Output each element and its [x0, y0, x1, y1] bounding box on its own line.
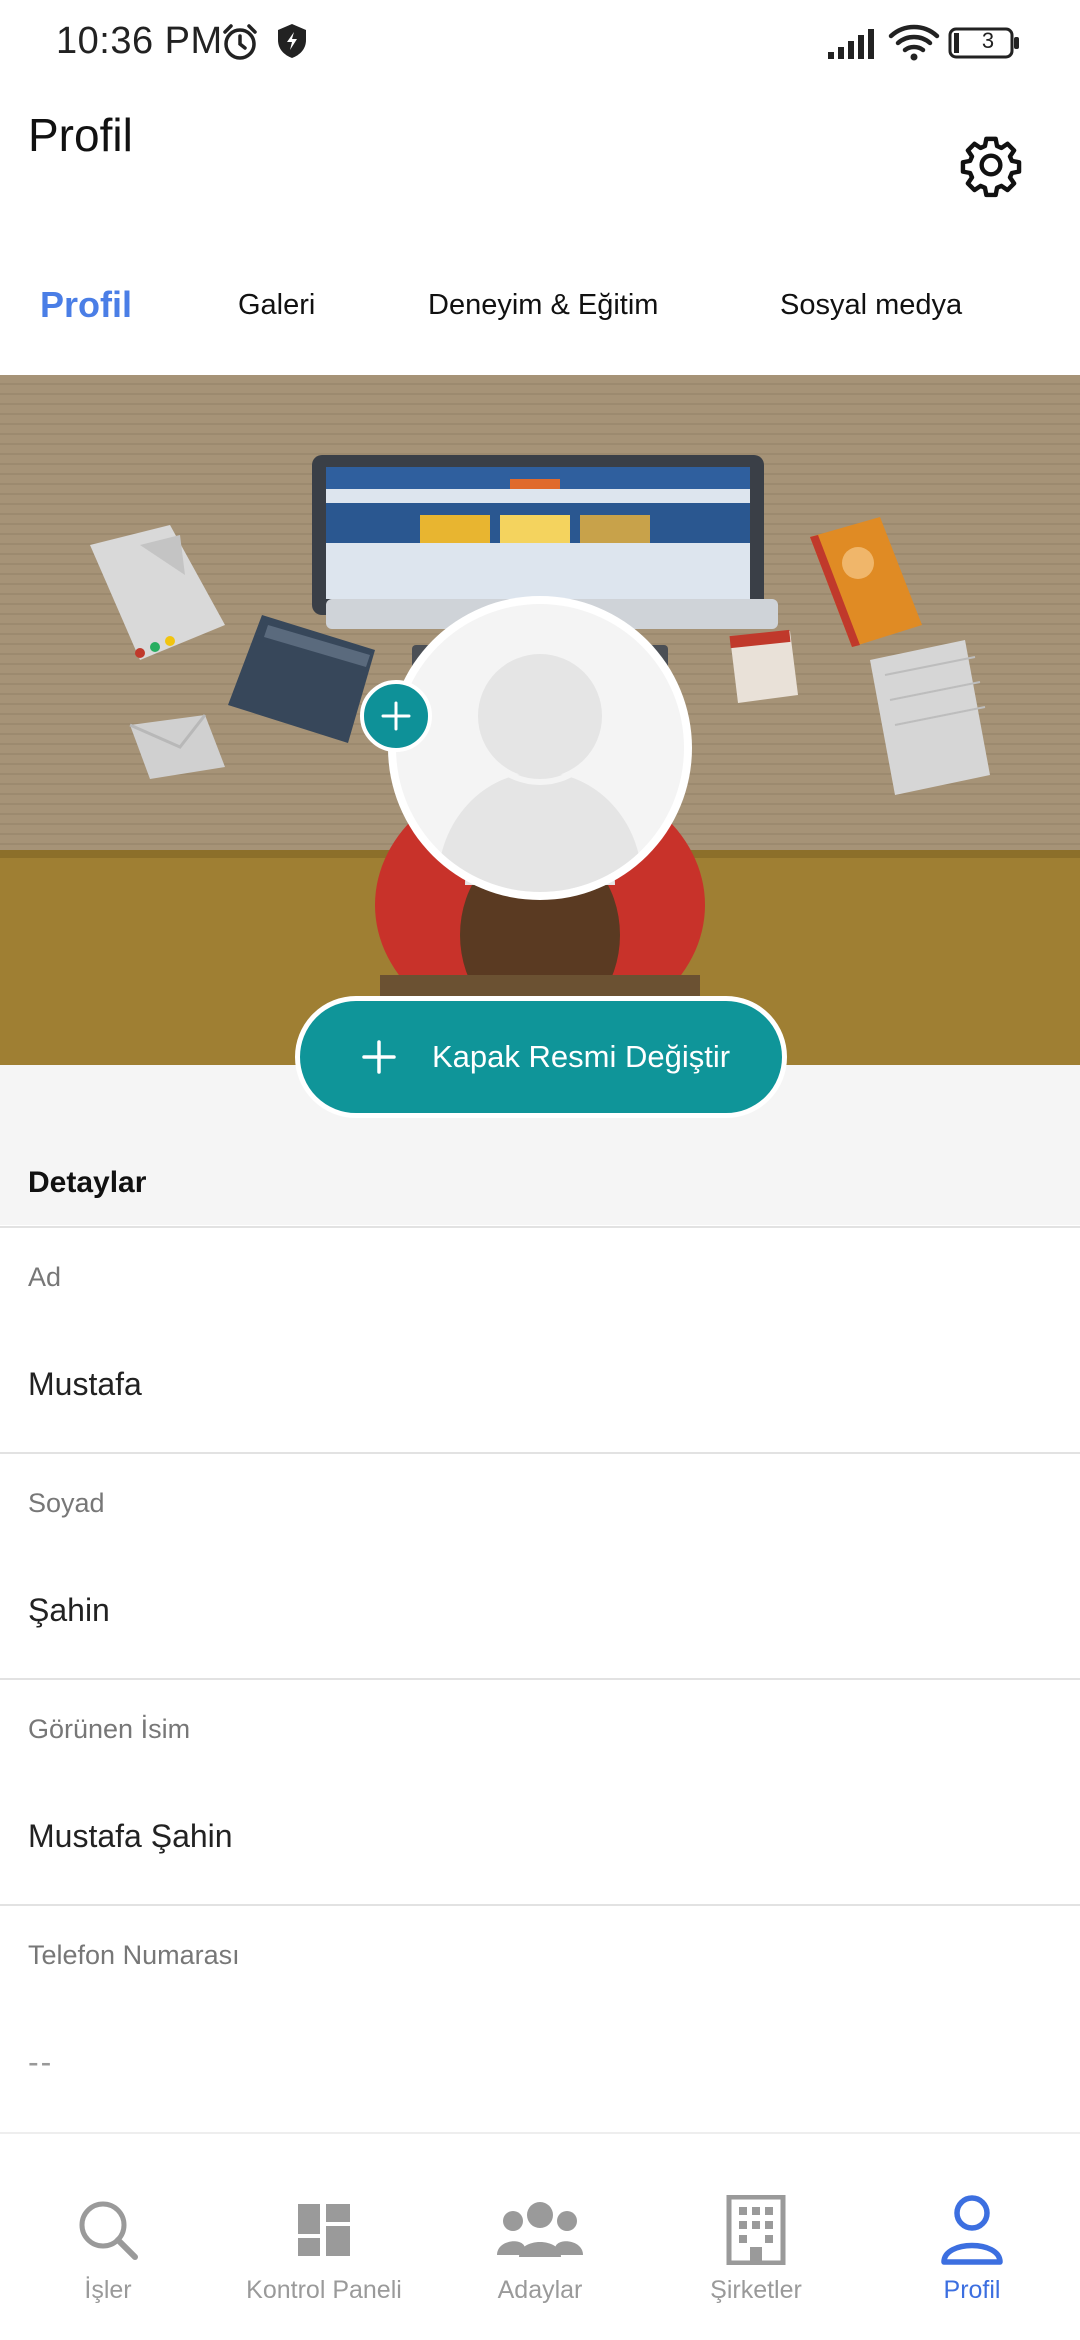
alarm-icon: [220, 22, 260, 67]
field-value-ad[interactable]: Mustafa: [28, 1366, 142, 1403]
plus-icon: [360, 1038, 398, 1076]
change-cover-button[interactable]: Kapak Resmi Değiştir: [295, 996, 787, 1118]
field-label-soyad: Soyad: [28, 1488, 105, 1518]
divider: [0, 1452, 1080, 1454]
nav-item-sirketler[interactable]: Şirketler: [648, 2134, 864, 2340]
field-label-gorunen-isim: Görünen İsim: [28, 1714, 191, 1744]
building-icon: [725, 2192, 787, 2268]
signal-icon: [826, 28, 876, 65]
divider: [0, 1226, 1080, 1228]
settings-button[interactable]: [954, 128, 1028, 202]
tab-profil[interactable]: Profil: [40, 270, 132, 340]
tab-deneyim-egitim[interactable]: Deneyim & Eğitim: [428, 270, 658, 340]
field-label-ad: Ad: [28, 1262, 62, 1292]
shield-icon: [276, 22, 308, 65]
nav-item-isler[interactable]: İşler: [0, 2134, 216, 2340]
field-value-telefon[interactable]: --: [28, 2044, 53, 2081]
nav-label-sirketler: Şirketler: [710, 2276, 802, 2304]
details-title: Detaylar: [28, 1166, 147, 1199]
field-value-gorunen-isim[interactable]: Mustafa Şahin: [28, 1818, 233, 1855]
tab-galeri[interactable]: Galeri: [238, 270, 315, 340]
nav-label-isler: İşler: [84, 2276, 132, 2304]
person-icon: [939, 2192, 1005, 2268]
search-icon: [75, 2192, 141, 2268]
profile-avatar[interactable]: [388, 596, 692, 900]
status-bar: 10:36 PM 3: [0, 0, 1080, 84]
gear-icon: [960, 136, 1022, 198]
divider: [0, 1678, 1080, 1680]
field-value-soyad[interactable]: Şahin: [28, 1592, 110, 1629]
divider: [0, 1904, 1080, 1906]
avatar-placeholder-icon: [396, 604, 684, 892]
nav-item-adaylar[interactable]: Adaylar: [432, 2134, 648, 2340]
wifi-icon: [888, 24, 940, 67]
plus-icon: [381, 701, 411, 731]
people-icon: [495, 2192, 585, 2268]
dashboard-icon: [296, 2192, 352, 2268]
change-cover-label: Kapak Resmi Değiştir: [432, 1039, 731, 1074]
battery-level: 3: [981, 28, 995, 53]
status-time: 10:36 PM: [56, 20, 223, 62]
page-title: Profil: [28, 109, 133, 161]
nav-label-kontrol-paneli: Kontrol Paneli: [246, 2276, 402, 2304]
nav-item-profil[interactable]: Profil: [864, 2134, 1080, 2340]
nav-label-adaylar: Adaylar: [497, 2276, 583, 2304]
nav-item-kontrol-paneli[interactable]: Kontrol Paneli: [216, 2134, 432, 2340]
bottom-navigation: İşler Kontrol Paneli Adaylar Şirketler P…: [0, 2132, 1080, 2340]
nav-label-profil: Profil: [943, 2276, 1001, 2304]
profile-tabs: Profil Galeri Deneyim & Eğitim Sosyal me…: [0, 270, 1080, 350]
add-avatar-button[interactable]: [360, 680, 432, 752]
tab-sosyal-medya[interactable]: Sosyal medya: [780, 270, 962, 340]
field-label-telefon: Telefon Numarası: [28, 1940, 240, 1970]
